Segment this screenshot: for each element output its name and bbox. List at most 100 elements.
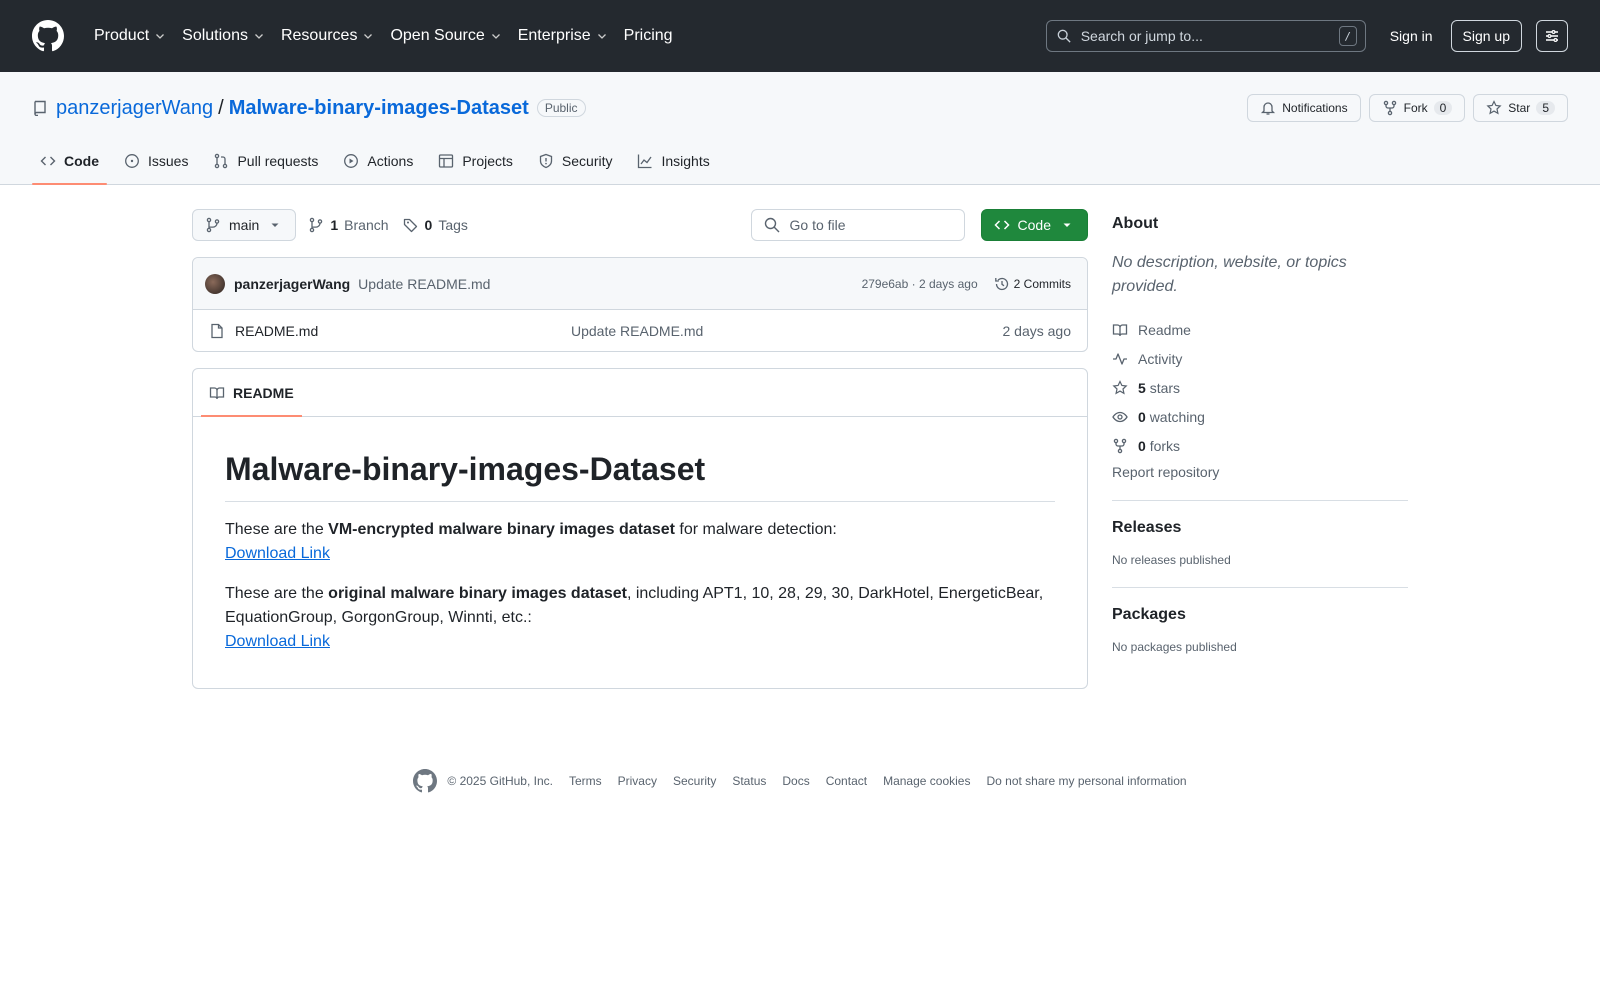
file-name-link[interactable]: README.md: [209, 323, 571, 339]
readme-title: Malware-binary-images-Dataset: [225, 449, 1055, 502]
star-icon: [1486, 100, 1502, 115]
releases-heading[interactable]: Releases: [1112, 519, 1408, 537]
branch-count: 1: [330, 217, 339, 233]
forks-label: forks: [1149, 437, 1181, 454]
chevron-down-icon: [255, 34, 263, 39]
git-branch-icon: [310, 217, 323, 233]
code-icon: [993, 220, 1010, 230]
branches-link[interactable]: 1 Branch: [308, 217, 389, 233]
footer-link-status[interactable]: Status: [732, 774, 766, 788]
fork-button[interactable]: Fork 0: [1368, 94, 1466, 122]
readme-link[interactable]: Readme: [1112, 315, 1408, 344]
tab-label: Actions: [367, 153, 414, 169]
report-repository-link[interactable]: Report repository: [1112, 464, 1408, 480]
chevron-down-icon: [364, 34, 373, 39]
settings-menu-button[interactable]: [1536, 20, 1568, 52]
download-link[interactable]: Download Link: [225, 545, 330, 562]
sliders-icon: [1546, 29, 1558, 43]
forks-link[interactable]: 0 forks: [1112, 431, 1408, 460]
tab-projects[interactable]: Projects: [430, 138, 521, 184]
repo-sidebar: About No description, website, or topics…: [1112, 209, 1408, 689]
star-button[interactable]: Star 5: [1473, 94, 1568, 122]
tag-label: Tags: [438, 217, 468, 233]
tab-insights[interactable]: Insights: [629, 138, 717, 184]
footer-link-contact[interactable]: Contact: [826, 774, 867, 788]
sign-in-link[interactable]: Sign in: [1376, 28, 1447, 44]
visibility-badge: Public: [536, 99, 586, 117]
table-row: README.md Update README.md 2 days ago: [193, 310, 1087, 351]
github-logo-icon[interactable]: [413, 769, 438, 793]
commit-hash-time[interactable]: 279e6ab · 2 days ago: [862, 277, 978, 291]
notifications-button[interactable]: Notifications: [1247, 94, 1361, 122]
repo-tabs: Code Issues Pull requests Actions Projec…: [0, 138, 1600, 185]
activity-link[interactable]: Activity: [1112, 344, 1408, 373]
sign-up-button[interactable]: Sign up: [1450, 20, 1522, 52]
commits-history-link[interactable]: 2 Commits: [994, 276, 1071, 292]
download-link[interactable]: Download Link: [225, 633, 330, 650]
branch-name: main: [229, 217, 260, 233]
bold-text: original malware binary images dataset: [328, 585, 627, 602]
search-placeholder: Search or jump to...: [1080, 28, 1203, 44]
branch-select-button[interactable]: main: [192, 209, 297, 241]
go-to-file-input[interactable]: Go to file: [750, 209, 965, 241]
notifications-label: Notifications: [1282, 101, 1348, 115]
file-commit-message[interactable]: Update README.md: [571, 323, 703, 339]
avatar[interactable]: [205, 273, 225, 294]
nav-product[interactable]: Product: [86, 20, 174, 52]
tags-link[interactable]: 0 Tags: [403, 217, 468, 233]
releases-empty-text: No releases published: [1112, 553, 1231, 567]
footer-link-privacy[interactable]: Privacy: [618, 774, 657, 788]
tab-label: Issues: [148, 153, 189, 169]
search-input[interactable]: Search or jump to... /: [1045, 20, 1366, 52]
nav-open-source[interactable]: Open Source: [382, 20, 509, 52]
chevron-down-icon: [156, 34, 165, 39]
readme-tab[interactable]: README: [201, 369, 302, 417]
code-button-label: Code: [1017, 217, 1051, 233]
commit-message[interactable]: Update README.md: [358, 276, 490, 292]
packages-heading[interactable]: Packages: [1112, 606, 1408, 624]
repo-files-column: main 1 Branch 0 Tags Go to file Code pan…: [192, 209, 1088, 689]
stars-link[interactable]: 5 stars: [1112, 373, 1408, 402]
main-content: main 1 Branch 0 Tags Go to file Code pan…: [0, 185, 1600, 689]
github-logo-icon[interactable]: [32, 20, 64, 52]
global-nav: Product Solutions Resources Open Source …: [86, 20, 681, 52]
readme-link-label: Readme: [1138, 321, 1191, 338]
caret-down-icon: [1063, 223, 1071, 227]
tab-actions[interactable]: Actions: [335, 138, 421, 184]
caret-down-icon: [271, 223, 279, 227]
nav-enterprise[interactable]: Enterprise: [510, 20, 616, 52]
issue-icon: [125, 154, 139, 168]
git-branch-icon: [206, 217, 220, 233]
nav-label: Solutions: [182, 27, 248, 44]
file-list: panzerjagerWang Update README.md 279e6ab…: [192, 257, 1088, 352]
bold-text: VM-encrypted malware binary images datas…: [328, 521, 675, 538]
star-count: 5: [1536, 101, 1555, 115]
repo-owner-link[interactable]: panzerjagerWang: [56, 97, 213, 120]
commit-author[interactable]: panzerjagerWang: [234, 276, 350, 292]
footer-link-docs[interactable]: Docs: [782, 774, 809, 788]
readme-tab-label: README: [233, 384, 294, 401]
footer-link-do-not-share[interactable]: Do not share my personal information: [986, 774, 1186, 788]
code-dropdown-button[interactable]: Code: [980, 209, 1088, 241]
fork-icon: [1383, 100, 1396, 116]
nav-solutions[interactable]: Solutions: [174, 20, 273, 52]
readme-panel: README Malware-binary-images-Dataset The…: [192, 368, 1088, 689]
book-icon: [209, 386, 225, 399]
tab-label: Projects: [462, 153, 513, 169]
watching-link[interactable]: 0 watching: [1112, 402, 1408, 431]
tab-pull-requests[interactable]: Pull requests: [205, 138, 326, 184]
footer-link-security[interactable]: Security: [673, 774, 716, 788]
global-header: Product Solutions Resources Open Source …: [0, 0, 1600, 72]
repo-name-link[interactable]: Malware-binary-images-Dataset: [229, 97, 529, 120]
tab-issues[interactable]: Issues: [116, 138, 196, 184]
tab-code[interactable]: Code: [32, 138, 107, 185]
footer-link-terms[interactable]: Terms: [569, 774, 602, 788]
nav-pricing[interactable]: Pricing: [616, 20, 681, 52]
tab-label: Code: [64, 153, 99, 169]
stars-count: 5: [1138, 379, 1146, 396]
tab-security[interactable]: Security: [530, 138, 621, 184]
footer-link-manage-cookies[interactable]: Manage cookies: [883, 774, 970, 788]
repo-title-row: panzerjagerWang / Malware-binary-images-…: [0, 72, 1600, 134]
text-span: for malware detection:: [674, 521, 837, 538]
nav-resources[interactable]: Resources: [273, 20, 382, 52]
